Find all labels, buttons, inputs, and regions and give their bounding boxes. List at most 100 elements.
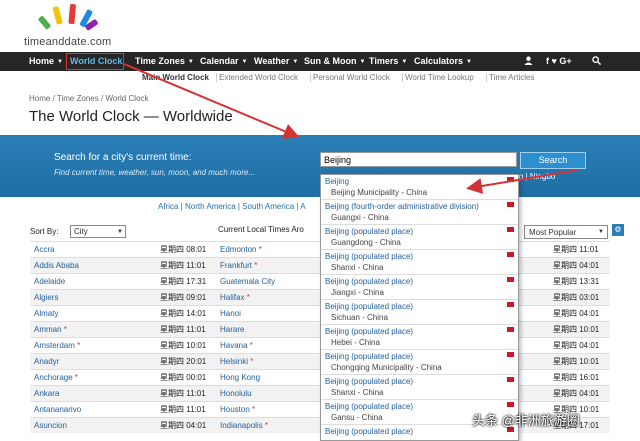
- nav-home[interactable]: Home ▼: [29, 52, 63, 71]
- local-time: 星期四 11:01: [160, 405, 206, 414]
- city-link[interactable]: Havana *: [220, 338, 253, 354]
- nav-calendar-label: Calendar: [200, 56, 239, 66]
- city-link[interactable]: Houston *: [220, 402, 255, 418]
- gear-icon[interactable]: ⚙: [612, 224, 624, 236]
- search-suggestions-dropdown: Beijing Beijing Municipality - China Beiji…: [320, 174, 519, 441]
- most-popular-select[interactable]: Most Popular ▼: [524, 225, 608, 239]
- city-link[interactable]: Honolulu: [220, 386, 252, 402]
- city-link[interactable]: Helsinki *: [220, 354, 253, 370]
- nav-timers[interactable]: Timers ▼: [369, 52, 407, 71]
- nav-timers-label: Timers: [369, 56, 399, 66]
- social-icons[interactable]: f ♥ G+: [546, 52, 572, 71]
- dst-marker: *: [72, 373, 79, 382]
- local-time: 星期四 16:01: [553, 373, 600, 382]
- city-link[interactable]: Amman *: [34, 322, 67, 338]
- suggestion-detail: Guangxi - China: [331, 213, 389, 222]
- logo-text: timeanddate.com: [24, 36, 112, 48]
- local-time: 星期四 04:01: [553, 341, 600, 350]
- city-link[interactable]: Anadyr: [34, 354, 59, 370]
- china-flag-icon: [507, 302, 514, 307]
- site-logo[interactable]: timeanddate.com: [24, 2, 134, 50]
- suggestion-name: Beijing (populated place): [325, 252, 414, 261]
- city-link[interactable]: Almaty: [34, 306, 58, 322]
- dst-marker: *: [252, 261, 258, 270]
- local-time: 星期四 04:01: [553, 389, 600, 398]
- suggestion-detail: Hebei - China: [331, 338, 380, 347]
- suggestion-item[interactable]: Beijing (fourth-order administrative div…: [321, 200, 518, 225]
- suggestion-name: Beijing (populated place): [325, 327, 414, 336]
- most-popular-value: Most Popular: [529, 228, 577, 237]
- city-link[interactable]: Antananarivo: [34, 402, 81, 418]
- suggestion-item[interactable]: Beijing (populated place) Shanxi - China: [321, 375, 518, 400]
- subnav-time-articles[interactable]: Time Articles: [489, 71, 535, 84]
- local-time: 星期四 10:01: [553, 325, 600, 334]
- region-links[interactable]: Africa | North America | South America |…: [158, 202, 306, 211]
- sub-nav: Main World Clock Extended World Clock Pe…: [0, 71, 640, 84]
- suggestion-item[interactable]: Beijing (populated place) Guangdong - Chi…: [321, 225, 518, 250]
- china-flag-icon: [507, 377, 514, 382]
- suggestion-item[interactable]: Beijing (populated place) Shanxi - China: [321, 250, 518, 275]
- city-link[interactable]: Asuncion: [34, 418, 67, 434]
- local-time: 星期四 08:01: [160, 245, 207, 254]
- caret-down-icon: ▼: [401, 59, 408, 65]
- search-icon[interactable]: [592, 52, 602, 71]
- local-time: 星期四 09:01: [160, 293, 207, 302]
- sort-by-select[interactable]: City ▼: [70, 225, 126, 238]
- suggestion-name: Beijing (populated place): [325, 227, 414, 236]
- search-button[interactable]: Search: [520, 152, 586, 169]
- subnav-personal-world-clock[interactable]: Personal World Clock: [313, 71, 390, 84]
- dst-marker: *: [262, 421, 269, 430]
- city-link[interactable]: Frankfurt *: [220, 258, 257, 274]
- china-flag-icon: [507, 227, 514, 232]
- local-time: 星期四 04:01: [160, 421, 207, 430]
- city-link[interactable]: Accra: [34, 242, 54, 258]
- suggestion-detail: Jiangxi - China: [331, 288, 384, 297]
- city-link[interactable]: Hong Kong: [220, 370, 260, 386]
- dst-marker: *: [247, 341, 253, 350]
- city-link[interactable]: Indianapolis *: [220, 418, 268, 434]
- city-link[interactable]: Algiers: [34, 290, 58, 306]
- dst-marker: *: [74, 341, 81, 350]
- city-link[interactable]: Halifax *: [220, 290, 250, 306]
- local-time: 星期四 03:01: [553, 293, 600, 302]
- nav-sun-moon[interactable]: Sun & Moon ▼: [304, 52, 365, 71]
- china-flag-icon: [507, 252, 514, 257]
- suggestion-item[interactable]: Beijing (populated place) Chongqing Munic…: [321, 350, 518, 375]
- city-link[interactable]: Hanoi: [220, 306, 241, 322]
- nav-weather[interactable]: Weather ▼: [254, 52, 298, 71]
- city-link[interactable]: Edmonton *: [220, 242, 262, 258]
- breadcrumb[interactable]: Home / Time Zones / World Clock: [29, 94, 148, 103]
- caret-down-icon: ▼: [241, 59, 248, 65]
- suggestion-item[interactable]: Beijing Beijing Municipality - China: [321, 175, 518, 200]
- search-label: Search for a city's current time:: [54, 152, 192, 163]
- city-link[interactable]: Ankara: [34, 386, 59, 402]
- city-link[interactable]: Addis Ababa: [34, 258, 79, 274]
- suggestion-item[interactable]: Beijing (populated place) Sichuan - China: [321, 300, 518, 325]
- city-link[interactable]: Adelaide: [34, 274, 65, 290]
- subnav-extended-world-clock[interactable]: Extended World Clock: [219, 71, 298, 84]
- city-link[interactable]: Anchorage *: [34, 370, 78, 386]
- china-flag-icon: [507, 202, 514, 207]
- world-clock-highlight-box: [66, 53, 124, 70]
- suggestion-item[interactable]: Beijing (populated place) Hebei - China: [321, 325, 518, 350]
- user-icon[interactable]: [524, 52, 533, 71]
- nav-time-zones-label: Time Zones: [135, 56, 185, 66]
- chevron-down-icon: ▼: [117, 229, 123, 235]
- city-search-input[interactable]: Beijing: [320, 152, 517, 167]
- city-link[interactable]: Harare: [220, 322, 244, 338]
- city-link[interactable]: Amsterdam *: [34, 338, 80, 354]
- nav-calculators[interactable]: Calculators ▼: [414, 52, 472, 71]
- dst-marker: *: [244, 293, 250, 302]
- subnav-world-time-lookup[interactable]: World Time Lookup: [405, 71, 474, 84]
- chevron-down-icon: ▼: [598, 229, 604, 235]
- sort-by-label: Sort By:: [30, 227, 59, 236]
- local-time: 星期四 00:01: [160, 373, 207, 382]
- nav-calendar[interactable]: Calendar ▼: [200, 52, 247, 71]
- city-link[interactable]: Guatemala City: [220, 274, 275, 290]
- suggestion-item[interactable]: Beijing (populated place) Jiangxi - China: [321, 275, 518, 300]
- subnav-main-world-clock[interactable]: Main World Clock: [142, 71, 209, 84]
- nav-home-label: Home: [29, 56, 55, 66]
- suggestion-detail: Guangdong - China: [331, 238, 401, 247]
- nav-time-zones[interactable]: Time Zones ▼: [135, 52, 194, 71]
- caret-down-icon: ▼: [359, 59, 366, 65]
